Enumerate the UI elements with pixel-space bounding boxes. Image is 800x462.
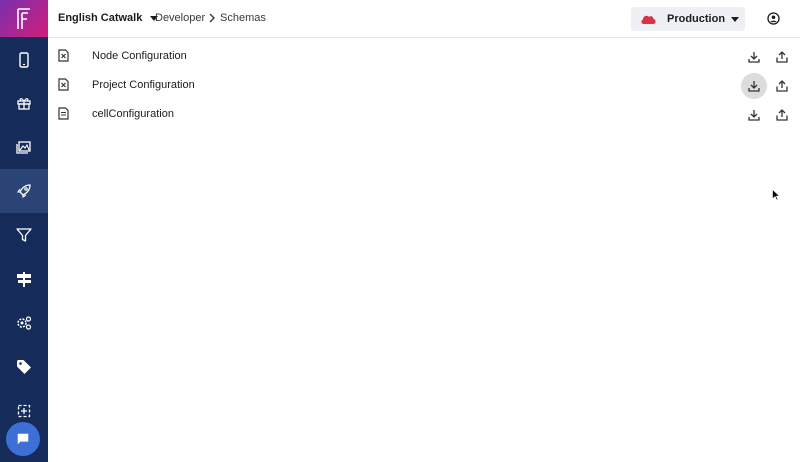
schema-name[interactable]: Node Configuration [92,50,187,62]
environment-selector[interactable]: Production [631,7,745,31]
chat-bubble-icon [17,433,29,445]
upload-icon [776,80,788,92]
user-circle-icon [767,12,780,25]
app-logo[interactable] [0,0,48,37]
upload-button[interactable] [773,102,791,128]
image-gallery-icon [16,141,31,154]
sidebar-item-tags[interactable] [0,345,48,389]
schema-row[interactable]: Project Configuration [48,71,800,100]
file-x-icon [58,49,69,62]
sidebar-item-content[interactable] [0,81,48,125]
rocket-icon [16,184,31,199]
tag-icon [17,360,31,374]
schema-row[interactable]: Node Configuration [48,42,800,71]
upload-button[interactable] [773,73,791,99]
sidebar-item-devices[interactable] [0,38,48,82]
schema-name[interactable]: Project Configuration [92,79,195,91]
download-icon [748,81,760,92]
sidebar-item-routing[interactable] [0,257,48,301]
caret-down-icon [731,17,739,22]
upload-icon [776,51,788,63]
download-button[interactable] [741,73,767,99]
chevron-right-icon [209,13,215,23]
download-icon [748,52,760,63]
signpost-icon [17,272,31,287]
gift-icon [17,98,31,110]
file-check-icon [58,107,69,120]
project-selector[interactable]: English Catwalk [58,12,159,24]
user-menu-button[interactable] [767,12,780,30]
gears-icon [17,316,32,330]
download-button[interactable] [741,44,767,70]
mouse-cursor-icon [772,189,780,201]
sidebar-item-filters[interactable] [0,213,48,257]
logo-icon [17,7,30,29]
sidebar-item-releases[interactable] [0,169,48,213]
file-x-icon [58,78,69,91]
schema-name[interactable]: cellConfiguration [92,108,174,120]
sidebar-item-integrations[interactable] [0,301,48,345]
schema-row[interactable]: cellConfiguration [48,100,800,129]
breadcrumb-schemas: Schemas [220,12,266,24]
download-icon [748,110,760,121]
chat-button[interactable] [6,422,40,456]
sidebar-item-media[interactable] [0,125,48,169]
cloud-icon [641,15,656,24]
project-name: English Catwalk [58,12,143,24]
sidebar [0,0,48,462]
top-bar: English Catwalk Developer Schemas Produc… [48,0,800,38]
phone-icon [19,52,29,68]
upload-button[interactable] [773,44,791,70]
download-button[interactable] [741,102,767,128]
crosshair-icon [17,404,31,418]
environment-label: Production [667,13,726,25]
breadcrumb-developer[interactable]: Developer [155,12,205,24]
filter-icon [16,228,32,242]
upload-icon [776,109,788,121]
